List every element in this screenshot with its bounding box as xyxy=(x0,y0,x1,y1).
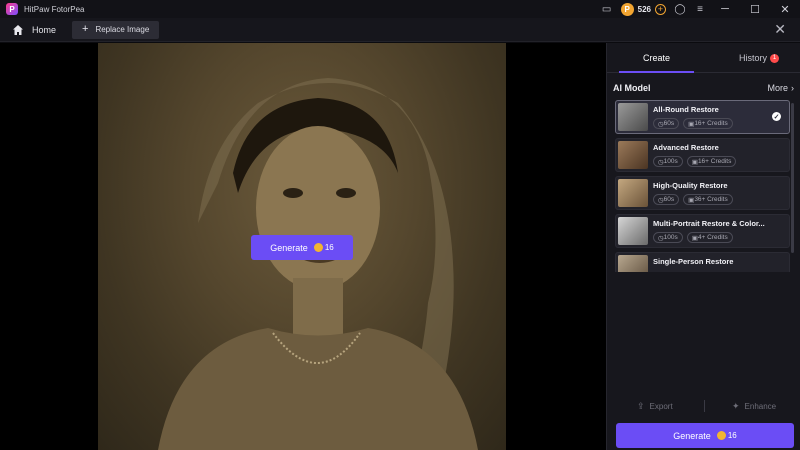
model-thumbnail xyxy=(618,141,648,169)
tab-create[interactable]: Create xyxy=(619,43,694,73)
model-list-scrollbar[interactable] xyxy=(791,103,794,253)
home-button[interactable]: Home xyxy=(12,20,56,40)
enhance-icon: ✦ xyxy=(732,400,740,411)
generate-credits: 16 xyxy=(324,243,334,252)
model-card[interactable]: All-Round Restore ◷ 60s ▣ 16+ Credits ✓ xyxy=(615,100,790,134)
app-title: HitPaw FotorPea xyxy=(24,4,85,14)
chevron-right-icon: › xyxy=(791,83,794,93)
generate-button[interactable]: Generate 16 xyxy=(616,423,794,448)
active-tab-indicator xyxy=(619,71,694,73)
export-icon: ⇪ xyxy=(637,400,645,411)
more-label: More xyxy=(767,83,788,93)
image-canvas: Generate 16 xyxy=(0,43,606,450)
model-list: All-Round Restore ◷ 60s ▣ 16+ Credits ✓ … xyxy=(615,100,795,272)
model-thumbnail xyxy=(618,217,648,245)
generate-overlay-button[interactable]: Generate 16 xyxy=(251,235,353,260)
generate-label: Generate xyxy=(270,242,308,253)
model-card[interactable]: Advanced Restore ◷ 100s ▣ 16+ Credits xyxy=(615,138,790,172)
home-label: Home xyxy=(32,24,57,35)
generate-label: Generate xyxy=(673,430,711,441)
history-badge: 1 xyxy=(770,53,780,63)
model-name: Single-Person Restore xyxy=(653,257,734,266)
coin-icon xyxy=(716,431,726,440)
model-credits: ▣ 36+ Credits xyxy=(683,194,733,205)
maximize-button[interactable]: ☐ xyxy=(740,0,770,18)
model-card[interactable]: Single-Person Restore xyxy=(615,252,790,272)
enhance-label: Enhance xyxy=(744,401,777,411)
coin-icon: P xyxy=(620,2,634,16)
panel-actions: ⇪ Export ✦ Enhance xyxy=(607,397,800,415)
tab-create-label: Create xyxy=(642,53,670,63)
model-name: High-Quality Restore xyxy=(653,181,728,190)
title-bar: P HitPaw FotorPea ▭ P 526 + ◯ ≡ ─ ☐ ✕ xyxy=(0,0,800,18)
close-icon[interactable]: ✕ xyxy=(774,22,786,36)
app-logo: P xyxy=(6,3,18,15)
home-icon xyxy=(13,24,23,35)
model-credits: ▣ 16+ Credits xyxy=(683,118,733,129)
model-time: ◷ 100s xyxy=(653,156,683,167)
model-thumbnail xyxy=(618,179,648,207)
right-panel: Create History 1 AI Model More › All-Rou… xyxy=(606,43,800,450)
model-name: Multi-Portrait Restore & Color... xyxy=(653,219,765,228)
model-card[interactable]: High-Quality Restore ◷ 60s ▣ 36+ Credits xyxy=(615,176,790,210)
replace-image-label: Replace Image xyxy=(95,25,150,34)
panel-tabs: Create History 1 xyxy=(607,43,800,73)
model-name: All-Round Restore xyxy=(653,105,719,114)
menu-icon[interactable]: ≡ xyxy=(690,0,710,18)
feedback-icon[interactable]: ▭ xyxy=(597,0,617,18)
export-button[interactable]: ⇪ Export xyxy=(637,401,673,412)
model-credits: ▣ 4+ Credits xyxy=(686,232,733,243)
model-thumbnail xyxy=(618,255,648,272)
more-link[interactable]: More › xyxy=(767,83,794,93)
account-icon[interactable]: ◯ xyxy=(670,0,690,18)
tab-history[interactable]: History 1 xyxy=(739,43,780,73)
check-icon: ✓ xyxy=(772,112,781,121)
tab-history-label: History xyxy=(739,53,768,63)
model-thumbnail xyxy=(618,103,648,131)
replace-image-button[interactable]: + Replace Image xyxy=(72,20,160,39)
model-time: ◷ 60s xyxy=(653,118,680,129)
section-title: AI Model xyxy=(613,83,651,93)
export-label: Export xyxy=(649,401,673,411)
close-window-button[interactable]: ✕ xyxy=(770,0,800,18)
plus-icon: + xyxy=(82,23,89,35)
credits-indicator[interactable]: P 526 + xyxy=(620,2,666,16)
model-credits: ▣ 16+ Credits xyxy=(686,156,737,167)
minimize-button[interactable]: ─ xyxy=(710,0,740,18)
add-credits-icon[interactable]: + xyxy=(655,3,666,15)
toolbar: Home + Replace Image ✕ xyxy=(0,18,800,42)
model-time: ◷ 60s xyxy=(653,194,680,205)
generate-credits: 16 xyxy=(727,431,737,440)
model-time: ◷ 100s xyxy=(653,232,683,243)
enhance-button[interactable]: ✦ Enhance xyxy=(732,401,776,412)
divider xyxy=(704,400,705,412)
model-card[interactable]: Multi-Portrait Restore & Color... ◷ 100s… xyxy=(615,214,790,248)
coin-icon xyxy=(313,243,323,252)
credit-count: 526 xyxy=(637,4,651,14)
model-name: Advanced Restore xyxy=(653,143,719,152)
